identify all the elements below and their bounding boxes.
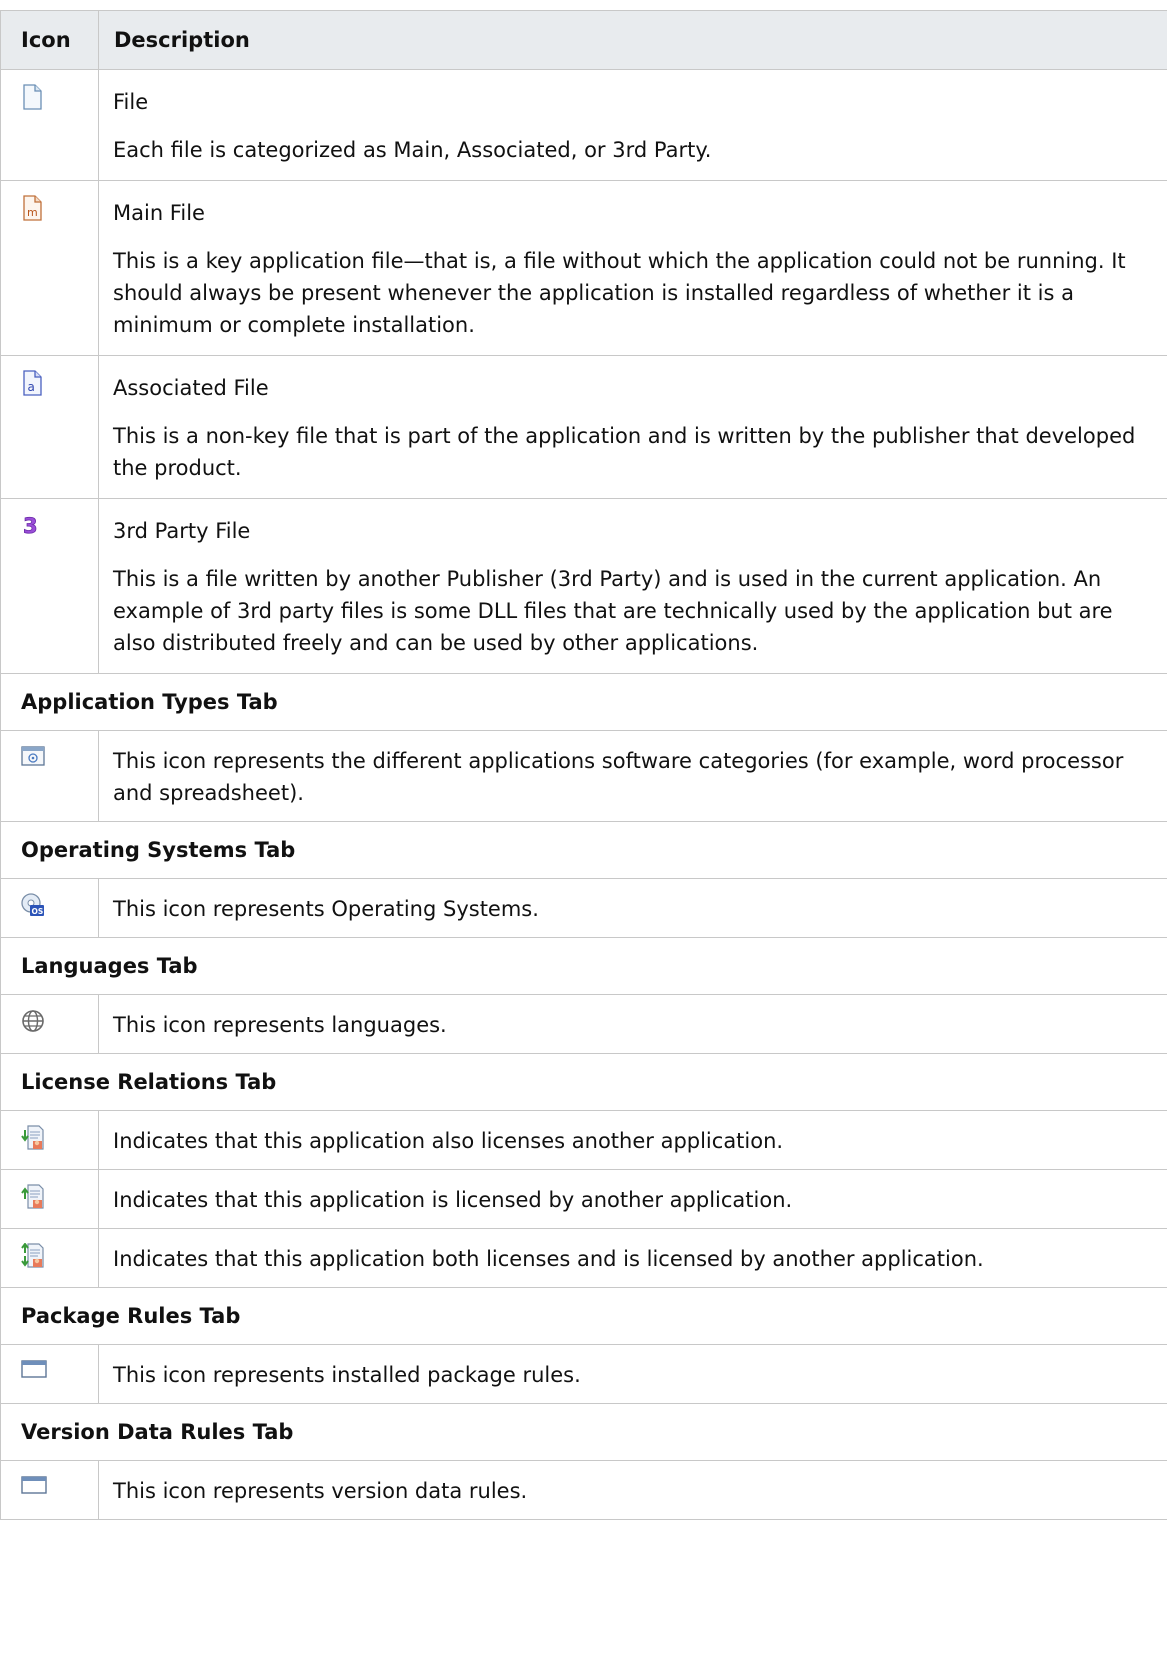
table-row: This icon represents version data rules. <box>0 1460 1167 1520</box>
application-window-icon <box>21 745 45 769</box>
table-row: 3 3rd Party File This is a file written b… <box>0 498 1167 674</box>
icon-description-table: Icon Description File Each file is catego… <box>0 10 1167 1520</box>
table-row: Indicates that this application also lic… <box>0 1110 1167 1170</box>
section-row: License Relations Tab <box>0 1053 1167 1111</box>
section-row: Package Rules Tab <box>0 1287 1167 1345</box>
section-row: Languages Tab <box>0 937 1167 995</box>
section-title-languages: Languages Tab <box>0 937 1167 995</box>
description-column-header: Description <box>98 10 1167 70</box>
window-icon <box>21 1359 47 1383</box>
section-row: Application Types Tab <box>0 673 1167 731</box>
item-description: Indicates that this application also lic… <box>98 1110 1167 1170</box>
item-description: This icon represents version data rules. <box>98 1460 1167 1520</box>
section-title-application-types: Application Types Tab <box>0 673 1167 731</box>
table-header-row: Icon Description <box>0 10 1167 70</box>
globe-icon <box>21 1009 45 1033</box>
item-title: 3rd Party File <box>113 519 251 543</box>
item-title: File <box>113 90 149 114</box>
section-row: Operating Systems Tab <box>0 821 1167 879</box>
svg-text:3: 3 <box>23 514 38 537</box>
svg-text:a: a <box>28 380 35 394</box>
svg-text:OS: OS <box>32 907 44 916</box>
licenses-both-ways-icon <box>21 1243 45 1268</box>
section-title-license-relations: License Relations Tab <box>0 1053 1167 1111</box>
item-description: This is a key application file—that is, … <box>113 249 1126 337</box>
icon-column-header: Icon <box>0 10 99 70</box>
file-icon <box>21 84 45 110</box>
table-row: m Main File This is a key application fil… <box>0 180 1167 356</box>
window-icon <box>21 1475 47 1499</box>
third-party-file-icon: 3 <box>21 513 45 537</box>
section-row: Version Data Rules Tab <box>0 1403 1167 1461</box>
item-title: Associated File <box>113 376 269 400</box>
table-row: Indicates that this application is licen… <box>0 1169 1167 1229</box>
licensed-by-another-icon <box>21 1184 45 1209</box>
item-description: This icon represents languages. <box>98 994 1167 1054</box>
table-row: This icon represents the different appli… <box>0 730 1167 822</box>
table-row: Indicates that this application both lic… <box>0 1228 1167 1288</box>
table-row: This icon represents installed package r… <box>0 1344 1167 1404</box>
associated-file-icon: a <box>21 370 45 396</box>
licenses-another-icon <box>21 1125 45 1150</box>
item-description: This icon represents Operating Systems. <box>98 878 1167 938</box>
item-description: Indicates that this application both lic… <box>98 1228 1167 1288</box>
item-title: Main File <box>113 201 205 225</box>
item-description: Indicates that this application is licen… <box>98 1169 1167 1229</box>
operating-system-icon: OS <box>21 893 45 917</box>
table-row: File Each file is categorized as Main, As… <box>0 69 1167 181</box>
item-description: This icon represents the different appli… <box>98 730 1167 822</box>
table-row: OS This icon represents Operating System… <box>0 878 1167 938</box>
table-row: This icon represents languages. <box>0 994 1167 1054</box>
item-description: This is a non-key file that is part of t… <box>113 424 1136 480</box>
section-title-version-data-rules: Version Data Rules Tab <box>0 1403 1167 1461</box>
section-title-operating-systems: Operating Systems Tab <box>0 821 1167 879</box>
section-title-package-rules: Package Rules Tab <box>0 1287 1167 1345</box>
main-file-icon: m <box>21 195 45 221</box>
svg-text:m: m <box>27 206 38 219</box>
item-description: This icon represents installed package r… <box>98 1344 1167 1404</box>
item-description: Each file is categorized as Main, Associ… <box>113 138 712 162</box>
item-description: This is a file written by another Publis… <box>113 567 1113 655</box>
table-row: a Associated File This is a non-key file … <box>0 355 1167 499</box>
